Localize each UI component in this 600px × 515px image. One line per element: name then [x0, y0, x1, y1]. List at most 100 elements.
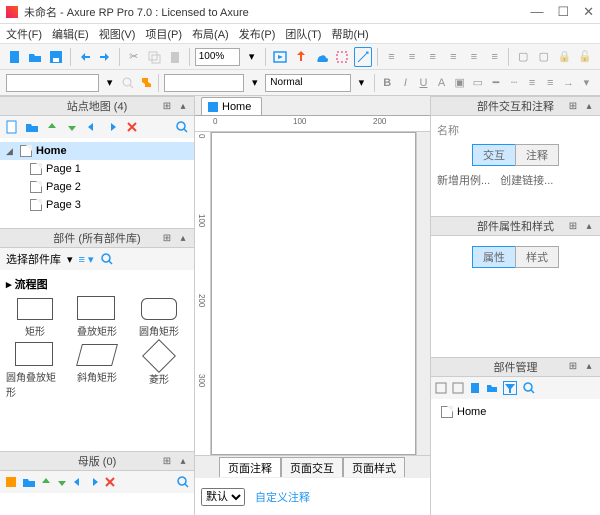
line-width-icon[interactable]: ━ — [488, 73, 503, 93]
pm-filter-icon[interactable] — [503, 381, 517, 395]
widget-rectangle[interactable]: 矩形 — [6, 298, 64, 338]
master-down-icon[interactable] — [56, 476, 68, 488]
pm-tool2-icon[interactable] — [452, 382, 464, 394]
panel-options-icon[interactable]: ⊞ — [566, 99, 580, 113]
select-mode-icon[interactable] — [333, 47, 351, 67]
italic-icon[interactable]: I — [398, 73, 413, 93]
zoom-dropdown-icon[interactable]: ▾ — [243, 47, 261, 67]
distribute-v-icon[interactable]: ≡ — [486, 47, 504, 67]
menu-help[interactable]: 帮助(H) — [331, 26, 368, 42]
tree-item-home[interactable]: ◢ Home — [0, 142, 194, 160]
paste-icon[interactable] — [166, 47, 184, 67]
close-button[interactable]: ✕ — [583, 4, 594, 20]
menu-view[interactable]: 视图(V) — [99, 26, 136, 42]
custom-notes-link[interactable]: 自定义注释 — [255, 489, 310, 505]
add-master-folder-icon[interactable] — [22, 475, 36, 489]
menu-project[interactable]: 项目(P) — [145, 26, 182, 42]
fill-color-icon[interactable]: ▣ — [452, 73, 467, 93]
search-widgets-icon[interactable] — [100, 252, 114, 266]
style-dropdown-icon[interactable]: ▾ — [354, 73, 369, 93]
lock-icon[interactable]: 🔒 — [556, 47, 574, 67]
menu-publish[interactable]: 发布(P) — [239, 26, 276, 42]
bold-icon[interactable]: B — [380, 73, 395, 93]
font-family-dropdown[interactable] — [6, 74, 99, 92]
text-align-left-icon[interactable]: ≡ — [525, 73, 540, 93]
redo-icon[interactable] — [96, 47, 114, 67]
publish-icon[interactable] — [292, 47, 310, 67]
border-color-icon[interactable]: ▭ — [470, 73, 485, 93]
tab-interactions[interactable]: 交互 — [472, 144, 515, 166]
tab-properties[interactable]: 属性 — [472, 246, 515, 268]
master-left-icon[interactable] — [72, 476, 84, 488]
font-dropdown-icon[interactable]: ▾ — [102, 73, 117, 93]
library-menu-icon[interactable]: ≡ ▾ — [79, 253, 94, 266]
search-sitemap-icon[interactable] — [174, 119, 190, 135]
bring-front-icon[interactable]: ▢ — [514, 47, 532, 67]
zoom-input[interactable]: 100% — [195, 48, 240, 66]
pm-tool1-icon[interactable] — [435, 382, 447, 394]
outdent-icon[interactable] — [84, 119, 100, 135]
widget-stacked-rectangle[interactable]: 叠放矩形 — [68, 298, 126, 338]
widget-diamond[interactable]: 菱形 — [130, 344, 188, 399]
widget-rounded-rectangle[interactable]: 圆角矩形 — [130, 298, 188, 338]
tab-page-interactions[interactable]: 页面交互 — [281, 457, 343, 477]
widget-parallelogram[interactable]: 斜角矩形 — [68, 344, 126, 399]
connect-mode-icon[interactable] — [354, 47, 372, 67]
panel-collapse-icon[interactable]: ▴ — [176, 231, 190, 245]
panel-options-icon[interactable]: ⊞ — [160, 454, 174, 468]
create-link-link[interactable]: 创建链接... — [500, 172, 553, 188]
scrollbar-vertical[interactable] — [416, 132, 430, 455]
master-up-icon[interactable] — [40, 476, 52, 488]
send-back-icon[interactable]: ▢ — [535, 47, 553, 67]
master-delete-icon[interactable] — [104, 476, 116, 488]
underline-icon[interactable]: U — [416, 73, 431, 93]
panel-options-icon[interactable]: ⊞ — [160, 99, 174, 113]
library-dropdown-icon[interactable]: ▾ — [67, 253, 73, 266]
tab-page-style[interactable]: 页面样式 — [343, 457, 405, 477]
menu-arrange[interactable]: 布局(A) — [192, 26, 229, 42]
panel-options-icon[interactable]: ⊞ — [566, 360, 580, 374]
add-folder-icon[interactable] — [24, 119, 40, 135]
delete-page-icon[interactable] — [124, 119, 140, 135]
pm-tool3-icon[interactable] — [469, 382, 481, 394]
align-left-icon[interactable]: ≡ — [383, 47, 401, 67]
new-icon[interactable] — [6, 47, 24, 67]
font-color-icon[interactable]: A — [434, 73, 449, 93]
maximize-button[interactable]: ☐ — [557, 4, 569, 20]
add-page-icon[interactable] — [4, 119, 20, 135]
find-icon[interactable] — [120, 73, 135, 93]
cut-icon[interactable]: ✂ — [125, 47, 143, 67]
tree-item-page3[interactable]: Page 3 — [0, 196, 194, 214]
expand-icon[interactable]: ◢ — [6, 146, 16, 157]
search-masters-icon[interactable] — [176, 475, 190, 489]
size-dropdown-icon[interactable]: ▾ — [247, 73, 262, 93]
panel-collapse-icon[interactable]: ▴ — [582, 219, 596, 233]
preview-icon[interactable] — [271, 47, 289, 67]
panel-collapse-icon[interactable]: ▴ — [176, 99, 190, 113]
master-right-icon[interactable] — [88, 476, 100, 488]
align-center-icon[interactable]: ≡ — [403, 47, 421, 67]
align-right-icon[interactable]: ≡ — [424, 47, 442, 67]
tab-style[interactable]: 样式 — [515, 246, 559, 268]
move-down-icon[interactable] — [64, 119, 80, 135]
cloud-icon[interactable] — [313, 47, 331, 67]
line-style-icon[interactable]: ┄ — [506, 73, 521, 93]
indent-icon[interactable] — [104, 119, 120, 135]
canvas[interactable] — [211, 132, 416, 455]
panel-options-icon[interactable]: ⊞ — [566, 219, 580, 233]
add-master-icon[interactable] — [4, 475, 18, 489]
panel-collapse-icon[interactable]: ▴ — [176, 454, 190, 468]
style-dropdown[interactable]: Normal — [265, 74, 351, 92]
undo-icon[interactable] — [76, 47, 94, 67]
add-case-link[interactable]: 新增用例... — [437, 172, 490, 188]
minimize-button[interactable]: — — [530, 4, 543, 20]
menu-file[interactable]: 文件(F) — [6, 26, 42, 42]
menu-team[interactable]: 团队(T) — [285, 26, 321, 42]
tab-notes[interactable]: 注释 — [515, 144, 559, 166]
menu-edit[interactable]: 编辑(E) — [52, 26, 89, 42]
open-icon[interactable] — [27, 47, 45, 67]
align-top-icon[interactable]: ≡ — [445, 47, 463, 67]
panel-options-icon[interactable]: ⊞ — [160, 231, 174, 245]
arrow-style-icon[interactable]: → — [561, 73, 576, 93]
font-size-dropdown[interactable] — [164, 74, 244, 92]
